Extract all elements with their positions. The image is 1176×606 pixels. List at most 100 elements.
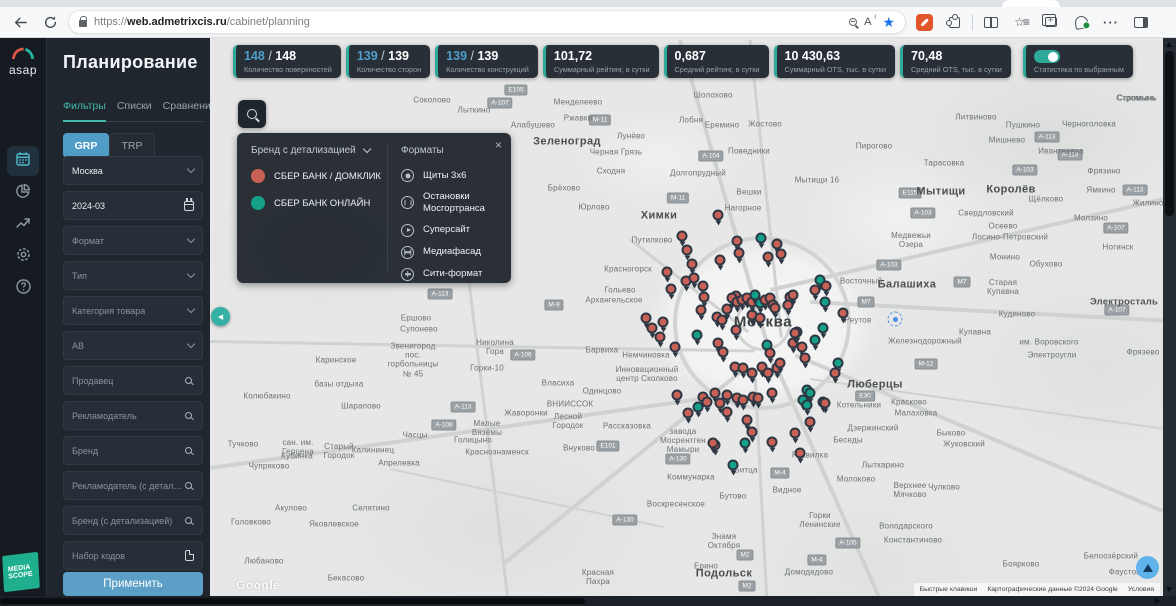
map-marker-red[interactable] (731, 325, 742, 336)
map-marker-red[interactable] (775, 358, 786, 369)
legend-brand-item[interactable]: СБЕР БАНК / ДОМКЛИК (251, 169, 377, 183)
map-marker-red[interactable] (770, 303, 781, 314)
tab-сравнение[interactable]: Сравнение (163, 100, 217, 112)
filter-field[interactable]: Продавец (63, 366, 203, 395)
rail-item-line-chart[interactable] (7, 210, 39, 240)
legend-brand-header[interactable]: Бренд с детализацией (251, 145, 377, 156)
filter-field[interactable]: Бренд (с детализацией) (63, 506, 203, 535)
legend-format-item[interactable]: Остановки Мосгортранса (401, 191, 499, 215)
vertical-scrollbar[interactable] (1163, 38, 1176, 596)
map-marker-red[interactable] (763, 252, 774, 263)
map-marker-red[interactable] (696, 305, 707, 316)
panel-collapse-button[interactable]: ◀ (211, 307, 230, 326)
address-bar[interactable]: https://web.admetrixcis.ru/cabinet/plann… (68, 10, 906, 34)
map-marker-teal[interactable] (693, 402, 704, 413)
read-aloud-icon[interactable]: A (864, 16, 875, 28)
side-panel-icon[interactable] (1129, 10, 1153, 34)
map-canvas[interactable]: М-11М-11А-104Е115А-107Е105А-103А-103А-10… (210, 38, 1163, 596)
filter-field[interactable]: Москва (63, 156, 203, 185)
url-text[interactable]: https://web.admetrixcis.ru/cabinet/plann… (94, 16, 842, 28)
map-marker-red[interactable] (800, 353, 811, 364)
map-marker-red[interactable] (662, 267, 673, 278)
filter-field[interactable]: Рекламодатель (63, 401, 203, 430)
map-marker-red[interactable] (734, 248, 745, 259)
filter-field[interactable]: Категория товара (63, 296, 203, 325)
filter-field[interactable]: Тип (63, 261, 203, 290)
map-marker-red[interactable] (790, 428, 801, 439)
favorites-bar-icon[interactable]: ☆≡ (1009, 10, 1033, 34)
extension-adblock-icon[interactable] (912, 10, 936, 34)
mode-button-grp[interactable]: GRP (63, 133, 109, 158)
legend-format-item[interactable]: Медиафасад (401, 246, 499, 259)
map-marker-red[interactable] (742, 415, 753, 426)
map-control-button[interactable] (1136, 556, 1159, 579)
rail-item-settings[interactable] (7, 242, 39, 272)
rail-item-pie-chart[interactable] (7, 178, 39, 208)
filter-field[interactable]: Бренд (63, 436, 203, 465)
map-marker-red[interactable] (747, 427, 758, 438)
map-marker-red[interactable] (755, 313, 766, 324)
refresh-icon[interactable] (38, 10, 62, 34)
horizontal-scroll-thumb[interactable] (0, 598, 585, 604)
map-marker-red[interactable] (722, 407, 733, 418)
map-marker-red[interactable] (682, 245, 693, 256)
map-marker-red[interactable] (666, 284, 677, 295)
map-marker-red[interactable] (767, 437, 778, 448)
map-marker-red[interactable] (683, 408, 694, 419)
lock-icon[interactable] (79, 20, 87, 27)
map-marker-red[interactable] (672, 390, 683, 401)
legend-format-item[interactable]: Щиты 3х6 (401, 169, 499, 182)
map-marker-red[interactable] (718, 347, 729, 358)
filter-field[interactable]: Формат (63, 226, 203, 255)
map-marker-red[interactable] (717, 315, 728, 326)
rail-item-calendar[interactable] (7, 146, 39, 176)
legend-format-item[interactable]: Суперсайт (401, 224, 499, 237)
horizontal-scrollbar[interactable] (0, 596, 1176, 606)
legend-close-icon[interactable]: × (495, 138, 502, 152)
collections-icon[interactable] (1039, 10, 1063, 34)
map-marker-red[interactable] (783, 300, 794, 311)
scroll-right-icon[interactable] (1155, 598, 1160, 604)
map-marker-red[interactable] (820, 398, 831, 409)
map-marker-red[interactable] (713, 210, 724, 221)
extensions-puzzle-icon[interactable] (942, 10, 966, 34)
map-marker-red[interactable] (655, 332, 666, 343)
map-search-button[interactable] (238, 100, 266, 128)
map-marker-red[interactable] (732, 236, 743, 247)
terms-link[interactable]: Условия (1128, 586, 1154, 593)
map-marker-red[interactable] (765, 348, 776, 359)
map-marker-red[interactable] (830, 368, 841, 379)
split-screen-icon[interactable] (979, 10, 1003, 34)
filter-field[interactable]: Рекламодатель (с детализац... (63, 471, 203, 500)
map-marker-red[interactable] (767, 388, 778, 399)
map-marker-red[interactable] (805, 417, 816, 428)
vertical-scroll-thumb[interactable] (1165, 51, 1174, 216)
map-marker-red[interactable] (699, 292, 710, 303)
favorite-star-icon[interactable]: ★ (882, 14, 895, 31)
filter-field[interactable]: AB (63, 331, 203, 360)
map-marker-teal[interactable] (818, 323, 829, 334)
statistics-toggle[interactable] (1034, 50, 1060, 63)
map-marker-teal[interactable] (692, 330, 703, 341)
map-marker-red[interactable] (658, 317, 669, 328)
map-marker-teal[interactable] (810, 335, 821, 346)
rail-item-help[interactable] (7, 274, 39, 304)
map-marker-red[interactable] (670, 342, 681, 353)
map-marker-teal[interactable] (740, 438, 751, 449)
filter-field[interactable]: 2024-03 (63, 191, 203, 220)
more-options-icon[interactable]: ··· (1099, 10, 1123, 34)
map-marker-teal[interactable] (820, 297, 831, 308)
shortcuts-link[interactable]: Быстрые клавиши (920, 586, 978, 593)
map-marker-red[interactable] (747, 368, 758, 379)
map-marker-red[interactable] (810, 285, 821, 296)
map-marker-teal[interactable] (728, 460, 739, 471)
legend-brand-item[interactable]: СБЕР БАНК ОНЛАЙН (251, 196, 377, 210)
tab-списки[interactable]: Списки (117, 100, 152, 112)
map-marker-teal[interactable] (802, 400, 813, 411)
zoom-out-icon[interactable] (849, 18, 857, 26)
map-marker-red[interactable] (687, 259, 698, 270)
map-marker-red[interactable] (708, 438, 719, 449)
map-marker-teal[interactable] (756, 233, 767, 244)
map-marker-red[interactable] (677, 231, 688, 242)
map-marker-red[interactable] (795, 448, 806, 459)
